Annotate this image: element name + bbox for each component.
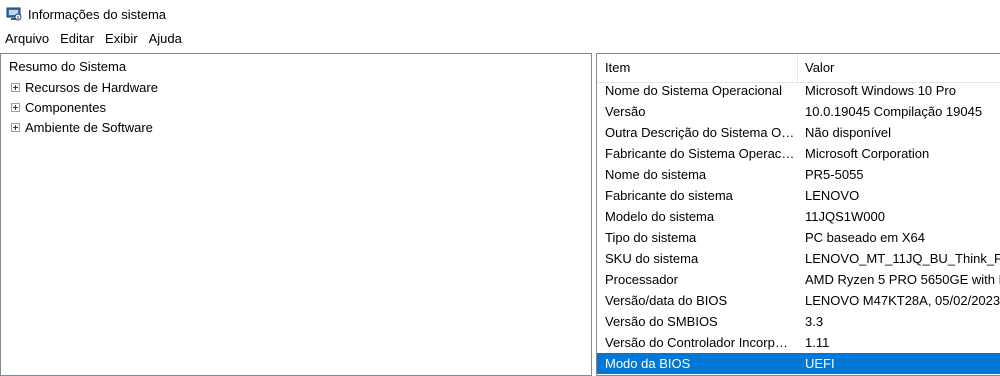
row-value: 1.11 bbox=[805, 335, 830, 350]
row-item: Outra Descrição do Sistema Operacional bbox=[605, 125, 795, 140]
row-value: AMD Ryzen 5 PRO 5650GE with Radeon Graph… bbox=[805, 272, 1000, 287]
list-rows: Nome do Sistema Operacional Microsoft Win… bbox=[597, 80, 1000, 374]
row-item: Versão/data do BIOS bbox=[605, 293, 728, 308]
row-value: LENOVO M47KT28A, 05/02/2023 bbox=[805, 293, 1000, 308]
tree-item-hardware[interactable]: Recursos de Hardware bbox=[11, 78, 158, 96]
row-value: Microsoft Corporation bbox=[805, 146, 930, 161]
title-bar: Informações do sistema bbox=[0, 0, 1000, 28]
row-item: Modelo do sistema bbox=[605, 209, 715, 224]
table-row[interactable]: Modelo do sistema 11JQS1W000 bbox=[597, 206, 1000, 227]
row-value: UEFI bbox=[805, 356, 835, 371]
window-title: Informações do sistema bbox=[28, 6, 167, 22]
table-row[interactable]: Nome do Sistema Operacional Microsoft Win… bbox=[597, 80, 1000, 101]
table-row[interactable]: Outra Descrição do Sistema Operacional Nã… bbox=[597, 122, 1000, 143]
table-row[interactable]: Modo da BIOS UEFI bbox=[597, 353, 1000, 374]
row-item: SKU do sistema bbox=[605, 251, 699, 266]
table-row[interactable]: SKU do sistema LENOVO_MT_11JQ_BU_Think_FM… bbox=[597, 248, 1000, 269]
row-item: Nome do sistema bbox=[605, 167, 707, 182]
row-item: Modo da BIOS bbox=[605, 356, 691, 371]
menu-editar[interactable]: Editar bbox=[55, 28, 100, 50]
table-row[interactable]: Versão do SMBIOS 3.3 bbox=[597, 311, 1000, 332]
row-item: Processador bbox=[605, 272, 678, 287]
row-value: PR5-5055 bbox=[805, 167, 864, 182]
menu-bar: Arquivo Editar Exibir Ajuda bbox=[0, 28, 1000, 50]
row-item: Tipo do sistema bbox=[605, 230, 697, 245]
column-header-value[interactable]: Valor bbox=[805, 54, 834, 82]
expand-icon[interactable] bbox=[11, 122, 20, 132]
row-item: Versão do SMBIOS bbox=[605, 314, 718, 329]
row-item: Versão bbox=[605, 104, 646, 119]
row-value: LENOVO_MT_11JQ_BU_Think_FM_ThinkCentre bbox=[805, 251, 1000, 266]
tree-item-componentes[interactable]: Componentes bbox=[11, 98, 106, 116]
row-item: Nome do Sistema Operacional bbox=[605, 83, 783, 98]
table-row[interactable]: Versão 10.0.19045 Compilação 19045 bbox=[597, 101, 1000, 122]
row-value: Microsoft Windows 10 Pro bbox=[805, 83, 956, 98]
row-value: PC baseado em X64 bbox=[805, 230, 925, 245]
menu-arquivo[interactable]: Arquivo bbox=[0, 28, 55, 50]
expand-icon[interactable] bbox=[11, 82, 20, 92]
row-value: 3.3 bbox=[805, 314, 824, 329]
list-header: Item Valor bbox=[597, 54, 1000, 83]
row-item: Versão do Controlador Incorporado bbox=[605, 335, 795, 350]
tree-item-resumo[interactable]: Resumo do Sistema bbox=[7, 58, 128, 76]
expand-icon[interactable] bbox=[11, 102, 20, 112]
row-value: LENOVO bbox=[805, 188, 860, 203]
tree-item-label: Componentes bbox=[25, 99, 106, 115]
row-item: Fabricante do Sistema Operacional bbox=[605, 146, 795, 161]
system-info-icon bbox=[6, 7, 22, 21]
row-value: 10.0.19045 Compilação 19045 bbox=[805, 104, 983, 119]
row-value: 11JQS1W000 bbox=[805, 209, 885, 224]
table-row[interactable]: Processador AMD Ryzen 5 PRO 5650GE with R… bbox=[597, 269, 1000, 290]
table-row[interactable]: Fabricante do Sistema Operacional Microso… bbox=[597, 143, 1000, 164]
column-header-item[interactable]: Item bbox=[605, 54, 630, 82]
tree-item-label: Recursos de Hardware bbox=[25, 79, 158, 95]
tree-item-label: Ambiente de Software bbox=[25, 119, 153, 135]
table-row[interactable]: Nome do sistema PR5-5055 bbox=[597, 164, 1000, 185]
details-list[interactable]: Item Valor Nome do Sistema Operacional Mi… bbox=[596, 53, 1000, 376]
menu-ajuda[interactable]: Ajuda bbox=[144, 28, 188, 50]
category-tree[interactable]: Resumo do Sistema Recursos de Hardware C… bbox=[0, 53, 592, 376]
menu-exibir[interactable]: Exibir bbox=[100, 28, 144, 50]
table-row[interactable]: Versão do Controlador Incorporado 1.11 bbox=[597, 332, 1000, 353]
row-value: Não disponível bbox=[805, 125, 891, 140]
table-row[interactable]: Tipo do sistema PC baseado em X64 bbox=[597, 227, 1000, 248]
table-row[interactable]: Versão/data do BIOS LENOVO M47KT28A, 05/0… bbox=[597, 290, 1000, 311]
column-divider[interactable] bbox=[797, 54, 798, 82]
tree-item-software[interactable]: Ambiente de Software bbox=[11, 118, 153, 136]
table-row[interactable]: Fabricante do sistema LENOVO bbox=[597, 185, 1000, 206]
row-item: Fabricante do sistema bbox=[605, 188, 733, 203]
